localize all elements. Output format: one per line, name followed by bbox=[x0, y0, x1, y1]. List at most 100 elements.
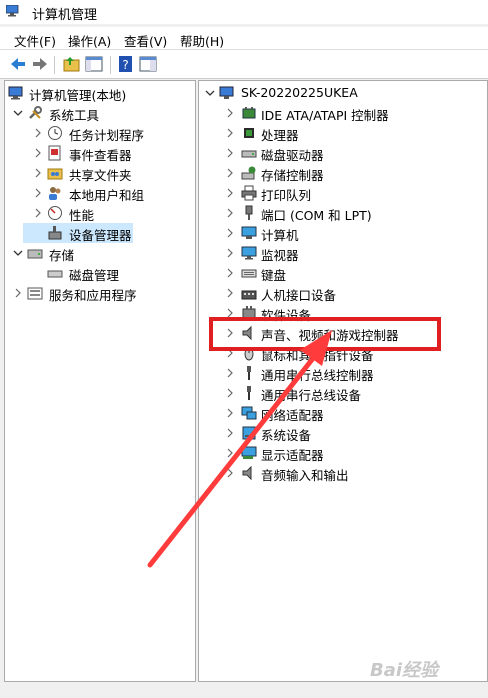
device-category-ide[interactable]: IDE ATA/ATAPI 控制器 bbox=[199, 103, 487, 123]
tree-item-performance[interactable]: 性能 bbox=[5, 203, 195, 223]
title-bar: 计算机管理 bbox=[0, 0, 488, 24]
storage-controller-icon bbox=[241, 166, 256, 180]
event-viewer-icon bbox=[48, 145, 61, 161]
forward-arrow-icon bbox=[33, 58, 47, 70]
device-category-storage-controllers[interactable]: 存储控制器 bbox=[199, 163, 487, 183]
device-category-processor[interactable]: 处理器 bbox=[199, 123, 487, 143]
chevron-right-icon bbox=[227, 388, 233, 398]
device-category-hid[interactable]: 人机接口设备 bbox=[199, 283, 487, 303]
chevron-down-icon bbox=[13, 110, 23, 116]
tree-item-root[interactable]: 计算机管理(本地) bbox=[5, 83, 195, 103]
device-category-monitors[interactable]: 监视器 bbox=[199, 243, 487, 263]
menu-view[interactable]: 查看(V) bbox=[124, 31, 167, 50]
device-category-ports[interactable]: 端口 (COM 和 LPT) bbox=[199, 203, 487, 223]
device-root[interactable]: SK-20220225UKEA bbox=[199, 83, 487, 103]
computer-icon bbox=[241, 226, 257, 239]
disk-drive-icon bbox=[241, 150, 257, 158]
chevron-right-icon bbox=[35, 128, 41, 138]
chevron-right-icon bbox=[227, 128, 233, 138]
chevron-right-icon bbox=[227, 148, 233, 158]
device-category-system-devices[interactable]: 系统设备 bbox=[199, 423, 487, 443]
device-category-print-queues[interactable]: 打印队列 bbox=[199, 183, 487, 203]
back-arrow-icon bbox=[11, 58, 25, 70]
tree-item-local-users-groups[interactable]: 本地用户和组 bbox=[5, 183, 195, 203]
performance-icon bbox=[48, 206, 62, 220]
chevron-down-icon bbox=[13, 250, 23, 256]
chevron-right-icon bbox=[227, 448, 233, 458]
services-icon bbox=[27, 287, 43, 300]
chevron-right-icon bbox=[227, 468, 233, 478]
tree-item-device-manager[interactable]: 设备管理器 bbox=[23, 223, 133, 243]
show-hide-console-tree-button[interactable] bbox=[84, 54, 104, 74]
watermark: Bai经验 bbox=[370, 660, 439, 681]
tree-item-storage[interactable]: 存储 bbox=[5, 243, 195, 263]
console-tree-icon bbox=[85, 56, 103, 72]
port-icon bbox=[245, 205, 253, 220]
device-category-audio-io[interactable]: 音频输入和输出 bbox=[199, 463, 487, 483]
chevron-right-icon bbox=[227, 368, 233, 378]
ide-controller-icon bbox=[242, 107, 256, 119]
tree-item-event-viewer[interactable]: 事件查看器 bbox=[5, 143, 195, 163]
device-category-usb-devices[interactable]: 通用串行总线设备 bbox=[199, 383, 487, 403]
chevron-right-icon bbox=[227, 408, 233, 418]
toolbar: ? bbox=[0, 50, 488, 79]
usb-icon bbox=[247, 366, 251, 380]
tree-item-disk-management[interactable]: 磁盘管理 bbox=[5, 263, 195, 283]
tree-item-services-apps[interactable]: 服务和应用程序 bbox=[5, 283, 195, 303]
back-button[interactable] bbox=[8, 54, 28, 74]
device-category-usb-controllers[interactable]: 通用串行总线控制器 bbox=[199, 363, 487, 383]
computer-icon bbox=[219, 86, 234, 99]
computer-management-icon bbox=[8, 86, 23, 100]
menu-action[interactable]: 操作(A) bbox=[68, 31, 111, 50]
printer-icon bbox=[241, 185, 257, 201]
chevron-right-icon bbox=[35, 168, 41, 178]
device-category-keyboards[interactable]: 键盘 bbox=[199, 263, 487, 283]
tree-item-shared-folders[interactable]: 共享文件夹 bbox=[5, 163, 195, 183]
device-category-disk-drives[interactable]: 磁盘驱动器 bbox=[199, 143, 487, 163]
chevron-right-icon bbox=[35, 208, 41, 218]
chevron-right-icon bbox=[227, 188, 233, 198]
device-manager-icon bbox=[48, 226, 62, 240]
chevron-down-icon bbox=[205, 90, 215, 96]
forward-button[interactable] bbox=[30, 54, 50, 74]
menu-help[interactable]: 帮助(H) bbox=[180, 31, 224, 50]
chevron-right-icon bbox=[227, 428, 233, 438]
menu-bar: 文件(F) 操作(A) 查看(V) 帮助(H) bbox=[0, 27, 488, 50]
clock-icon bbox=[48, 126, 62, 140]
device-list-pane[interactable]: SK-20220225UKEA IDE ATA/ATAPI 控制器 处理器 磁盘… bbox=[198, 80, 488, 682]
disk-icon bbox=[47, 270, 63, 278]
window-title: 计算机管理 bbox=[32, 8, 98, 23]
network-adapter-icon bbox=[241, 406, 257, 420]
chevron-right-icon bbox=[227, 288, 233, 298]
chevron-right-icon bbox=[227, 168, 233, 178]
system-device-icon bbox=[242, 426, 256, 440]
chevron-right-icon bbox=[227, 248, 233, 258]
help-button[interactable]: ? bbox=[116, 54, 136, 74]
chevron-right-icon bbox=[35, 188, 41, 198]
show-action-pane-button[interactable] bbox=[138, 54, 158, 74]
device-category-computer[interactable]: 计算机 bbox=[199, 223, 487, 243]
tree-item-task-scheduler[interactable]: 任务计划程序 bbox=[5, 123, 195, 143]
tools-icon bbox=[29, 106, 42, 119]
usb-icon bbox=[247, 386, 251, 400]
annotation-highlight-box bbox=[209, 317, 441, 351]
up-folder-button[interactable] bbox=[62, 54, 82, 74]
status-bar bbox=[0, 682, 488, 698]
speaker-icon bbox=[242, 465, 252, 481]
chevron-right-icon bbox=[15, 288, 21, 298]
computer-management-icon bbox=[6, 5, 19, 17]
chevron-right-icon bbox=[35, 148, 41, 158]
storage-icon bbox=[27, 249, 43, 259]
console-tree-pane[interactable]: 计算机管理(本地) 系统工具 任务计划程序 事件查看器 共享文件夹 本地用户和组… bbox=[4, 80, 196, 682]
monitor-icon bbox=[241, 246, 257, 260]
shared-folder-icon bbox=[47, 168, 63, 180]
menu-file[interactable]: 文件(F) bbox=[14, 31, 56, 50]
device-category-display-adapters[interactable]: 显示适配器 bbox=[199, 443, 487, 463]
tree-item-system-tools[interactable]: 系统工具 bbox=[5, 103, 195, 123]
device-category-network-adapters[interactable]: 网络适配器 bbox=[199, 403, 487, 423]
chevron-right-icon bbox=[227, 108, 233, 118]
chevron-right-icon bbox=[227, 208, 233, 218]
action-pane-icon bbox=[139, 56, 157, 72]
chevron-right-icon bbox=[227, 228, 233, 238]
chevron-right-icon bbox=[227, 268, 233, 278]
